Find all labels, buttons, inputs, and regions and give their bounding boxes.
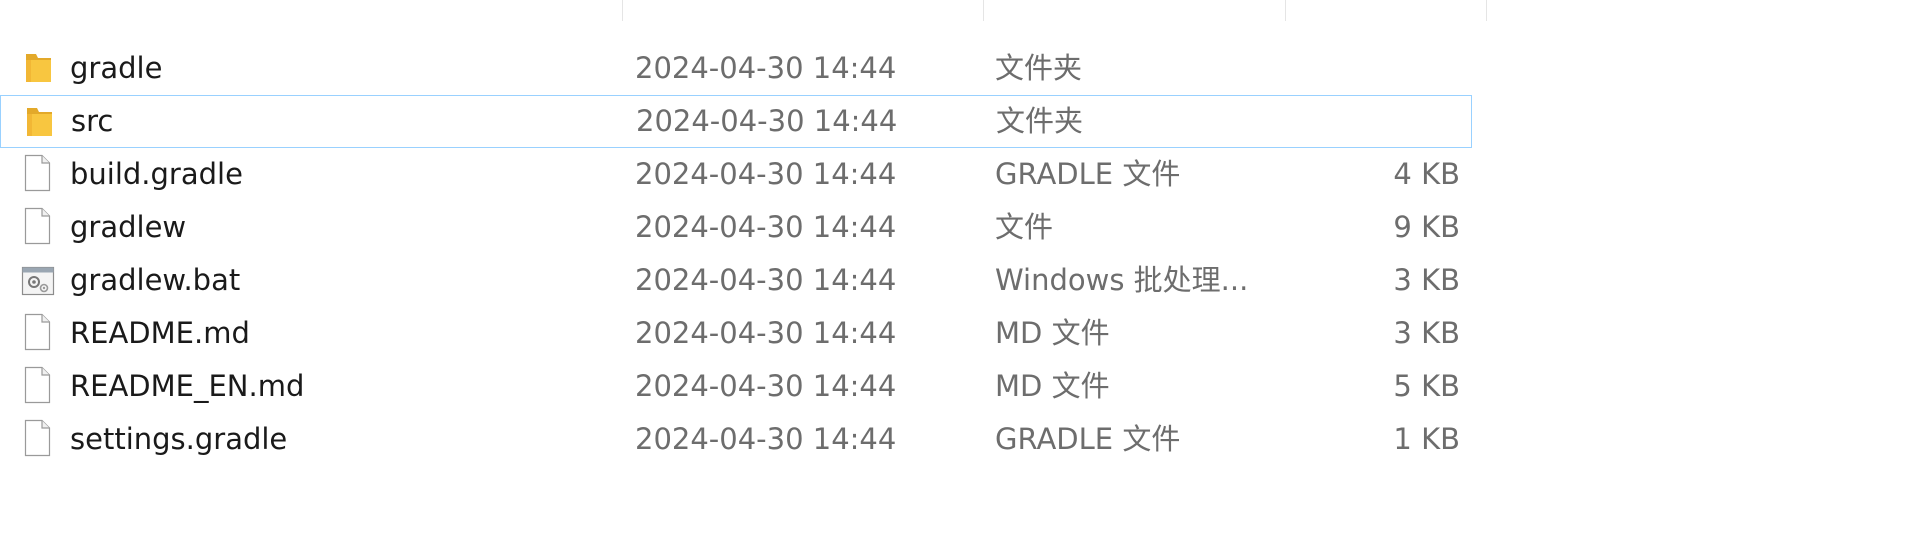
file-name: gradlew.bat [70, 263, 241, 297]
file-row-gradlew[interactable]: gradlew 2024-04-30 14:44 文件 9 KB [0, 201, 1500, 254]
file-size: 3 KB [1393, 316, 1460, 350]
file-size: 1 KB [1393, 422, 1460, 456]
file-name: README.md [70, 316, 250, 350]
file-row-gradle[interactable]: gradle 2024-04-30 14:44 文件夹 [0, 42, 1500, 95]
file-name: gradlew [70, 210, 187, 244]
file-row-readme-en-md[interactable]: README_EN.md 2024-04-30 14:44 MD 文件 5 KB [0, 360, 1500, 413]
file-icon [22, 419, 56, 459]
file-date-modified: 2024-04-30 14:44 [636, 104, 898, 138]
file-type: 文件夹 [996, 104, 1084, 138]
column-separator-date-type[interactable] [983, 0, 984, 21]
file-name: build.gradle [70, 157, 243, 191]
file-type: MD 文件 [995, 369, 1110, 403]
file-type: GRADLE 文件 [995, 422, 1181, 456]
file-type: 文件夹 [995, 51, 1083, 85]
file-type: Windows 批处理... [995, 263, 1249, 297]
file-type: MD 文件 [995, 316, 1110, 350]
file-type: GRADLE 文件 [995, 157, 1181, 191]
file-name: settings.gradle [70, 422, 288, 456]
file-row-settings-gradle[interactable]: settings.gradle 2024-04-30 14:44 GRADLE … [0, 413, 1500, 466]
file-date-modified: 2024-04-30 14:44 [635, 51, 897, 85]
file-size: 3 KB [1393, 263, 1460, 297]
column-separator-name-date[interactable] [622, 0, 623, 21]
file-size: 4 KB [1393, 157, 1460, 191]
file-name: README_EN.md [70, 369, 305, 403]
file-size: 9 KB [1393, 210, 1460, 244]
file-name: src [71, 104, 114, 138]
file-icon [22, 207, 56, 247]
file-row-build-gradle[interactable]: build.gradle 2024-04-30 14:44 GRADLE 文件 … [0, 148, 1500, 201]
file-date-modified: 2024-04-30 14:44 [635, 210, 897, 244]
file-date-modified: 2024-04-30 14:44 [635, 422, 897, 456]
file-size: 5 KB [1393, 369, 1460, 403]
folder-icon [24, 50, 58, 90]
file-date-modified: 2024-04-30 14:44 [635, 316, 897, 350]
folder-icon [25, 104, 59, 144]
batch-file-icon [21, 266, 55, 306]
file-row-gradlew-bat[interactable]: gradlew.bat 2024-04-30 14:44 Windows 批处理… [0, 254, 1500, 307]
file-row-readme-md[interactable]: README.md 2024-04-30 14:44 MD 文件 3 KB [0, 307, 1500, 360]
file-icon [22, 366, 56, 406]
file-date-modified: 2024-04-30 14:44 [635, 263, 897, 297]
file-icon [22, 313, 56, 353]
column-separator-size-end[interactable] [1486, 0, 1487, 21]
file-icon [22, 154, 56, 194]
file-date-modified: 2024-04-30 14:44 [635, 369, 897, 403]
file-name: gradle [70, 51, 163, 85]
file-type: 文件 [995, 210, 1054, 244]
column-separator-type-size[interactable] [1285, 0, 1286, 21]
file-row-src[interactable]: src 2024-04-30 14:44 文件夹 [0, 95, 1472, 148]
file-list: gradle 2024-04-30 14:44 文件夹 src 2024-04-… [0, 42, 1500, 466]
file-date-modified: 2024-04-30 14:44 [635, 157, 897, 191]
